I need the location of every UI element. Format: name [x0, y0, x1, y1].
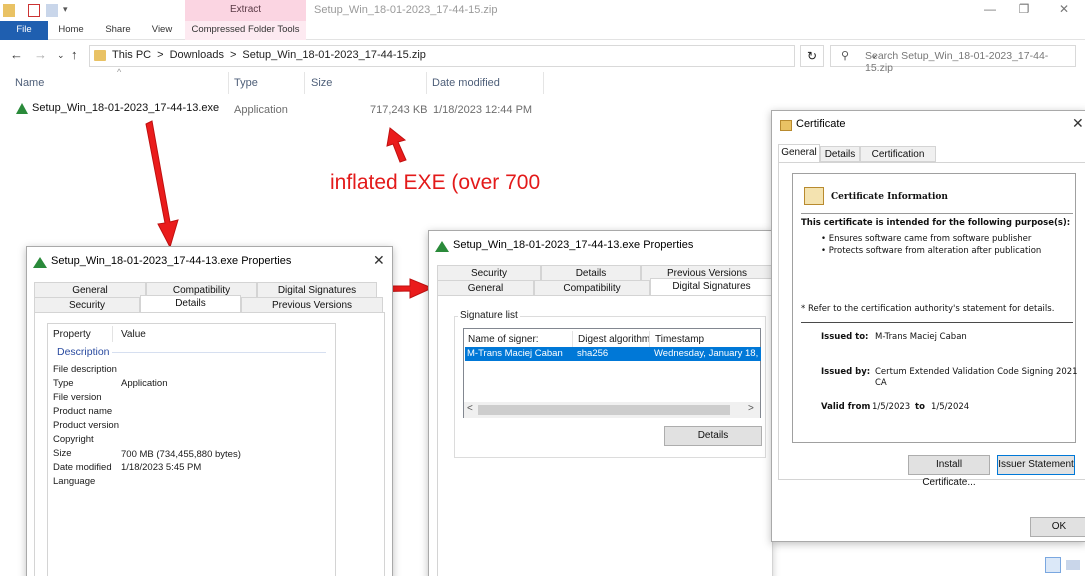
column-divider — [112, 326, 113, 342]
column-divider — [649, 331, 650, 347]
timestamp-value: Wednesday, January 18, 2 — [654, 348, 761, 359]
arrow-up-to-size — [386, 127, 407, 163]
prop-file-version: File version — [53, 392, 102, 403]
prop-date-modified: Date modified — [53, 462, 112, 473]
horizontal-scrollbar[interactable]: < > — [464, 402, 760, 418]
prop-date-modified-value: 1/18/2023 5:45 PM — [121, 462, 202, 473]
tab-compatibility[interactable]: Compatibility — [534, 280, 650, 296]
signature-list-label: Signature list — [458, 310, 520, 321]
prop-file-description: File description — [53, 364, 117, 375]
prop-type-value: Application — [121, 378, 168, 389]
column-signer[interactable]: Name of signer: — [468, 334, 539, 345]
certificate-icon — [804, 187, 824, 205]
tab-digital-signatures[interactable]: Digital Signatures — [650, 278, 773, 296]
tab-general[interactable]: General — [34, 282, 146, 298]
tab-details[interactable]: Details — [541, 265, 641, 281]
certificate-info-box: Certificate Information This certificate… — [792, 173, 1078, 443]
arrow-down-to-properties — [145, 120, 179, 249]
valid-to-value: 1/5/2024 — [931, 402, 970, 412]
digest-value: sha256 — [577, 348, 609, 359]
scroll-left-icon[interactable]: < — [467, 403, 473, 414]
ok-button[interactable]: OK — [1030, 517, 1085, 537]
details-list[interactable]: Property Value Description File descript… — [47, 323, 336, 576]
cert-heading: Certificate Information — [831, 192, 948, 202]
install-certificate-button[interactable]: Install Certificate... — [908, 455, 990, 488]
large-icons-view-icon[interactable] — [1066, 560, 1080, 570]
tab-general[interactable]: General — [778, 144, 820, 163]
divider — [801, 213, 1073, 214]
details-button[interactable]: Details — [664, 426, 762, 446]
prop-language: Language — [53, 476, 96, 487]
tab-security[interactable]: Security — [437, 265, 541, 281]
cert-purpose-intro: This certificate is intended for the fol… — [801, 218, 1071, 228]
issued-by-label: Issued by: — [821, 367, 871, 377]
properties-dialog-signatures: Setup_Win_18-01-2023_17-44-13.exe Proper… — [428, 230, 773, 576]
column-digest[interactable]: Digest algorithm — [578, 334, 650, 345]
installer-icon — [33, 257, 47, 268]
valid-from-value: 1/5/2023 — [872, 402, 911, 412]
prop-product-name: Product name — [53, 406, 113, 417]
signatures-pane: Signature list Name of signer: Digest al… — [437, 295, 773, 576]
dialog-title: Certificate — [796, 118, 846, 130]
tab-previous-versions[interactable]: Previous Versions — [241, 297, 383, 313]
prop-size-value: 700 MB (734,455,880 bytes) — [121, 449, 241, 460]
certificate-dialog: Certificate ✕ General Details Certificat… — [771, 110, 1085, 542]
column-property[interactable]: Property — [53, 329, 91, 340]
scroll-right-icon[interactable]: > — [748, 403, 754, 414]
issued-by-value-line2: CA — [875, 378, 887, 388]
cert-note: * Refer to the certification authority's… — [801, 304, 1055, 314]
scrollbar-thumb[interactable] — [478, 405, 730, 415]
column-divider — [572, 331, 573, 347]
column-value[interactable]: Value — [121, 329, 146, 340]
dialog-title: Setup_Win_18-01-2023_17-44-13.exe Proper… — [453, 239, 694, 251]
tab-general[interactable]: General — [437, 280, 534, 296]
signature-list[interactable]: Name of signer: Digest algorithm Timesta… — [463, 328, 761, 418]
cert-purpose-1: • Ensures software came from software pu… — [821, 234, 1032, 244]
tab-security[interactable]: Security — [34, 297, 140, 313]
certificate-icon — [780, 120, 792, 131]
prop-size: Size — [53, 448, 72, 459]
close-icon[interactable]: ✕ — [1072, 115, 1084, 132]
tab-digital-signatures[interactable]: Digital Signatures — [257, 282, 377, 298]
column-timestamp[interactable]: Timestamp — [655, 334, 704, 345]
issued-to-value: M-Trans Maciej Caban — [875, 332, 967, 342]
dialog-title: Setup_Win_18-01-2023_17-44-13.exe Proper… — [51, 255, 292, 267]
certificate-general-pane: Certificate Information This certificate… — [778, 162, 1085, 488]
section-description: Description — [57, 346, 110, 358]
installer-icon — [435, 241, 449, 252]
tab-certification-path[interactable]: Certification Path — [860, 146, 936, 175]
section-divider — [112, 352, 326, 353]
issuer-statement-button[interactable]: Issuer Statement — [997, 455, 1075, 475]
details-view-icon[interactable] — [1045, 557, 1061, 573]
tab-details[interactable]: Details — [820, 146, 860, 162]
cert-purpose-2: • Protects software from alteration afte… — [821, 246, 1042, 256]
signature-row[interactable]: M-Trans Maciej Caban sha256 Wednesday, J… — [465, 347, 761, 361]
prop-product-version: Product version — [53, 420, 120, 431]
issued-by-value: Certum Extended Validation Code Signing … — [875, 367, 1078, 377]
issued-to-label: Issued to: — [821, 332, 869, 342]
tab-details[interactable]: Details — [140, 295, 241, 313]
valid-to-label: to — [915, 402, 925, 412]
divider — [801, 322, 1073, 323]
details-pane: Property Value Description File descript… — [34, 312, 385, 576]
properties-dialog-details: Setup_Win_18-01-2023_17-44-13.exe Proper… — [26, 246, 393, 576]
prop-type: Type — [53, 378, 74, 389]
valid-from-label: Valid from — [821, 402, 871, 412]
prop-copyright: Copyright — [53, 434, 94, 445]
close-icon[interactable]: ✕ — [373, 252, 385, 269]
signer-name: M-Trans Maciej Caban — [467, 348, 563, 359]
